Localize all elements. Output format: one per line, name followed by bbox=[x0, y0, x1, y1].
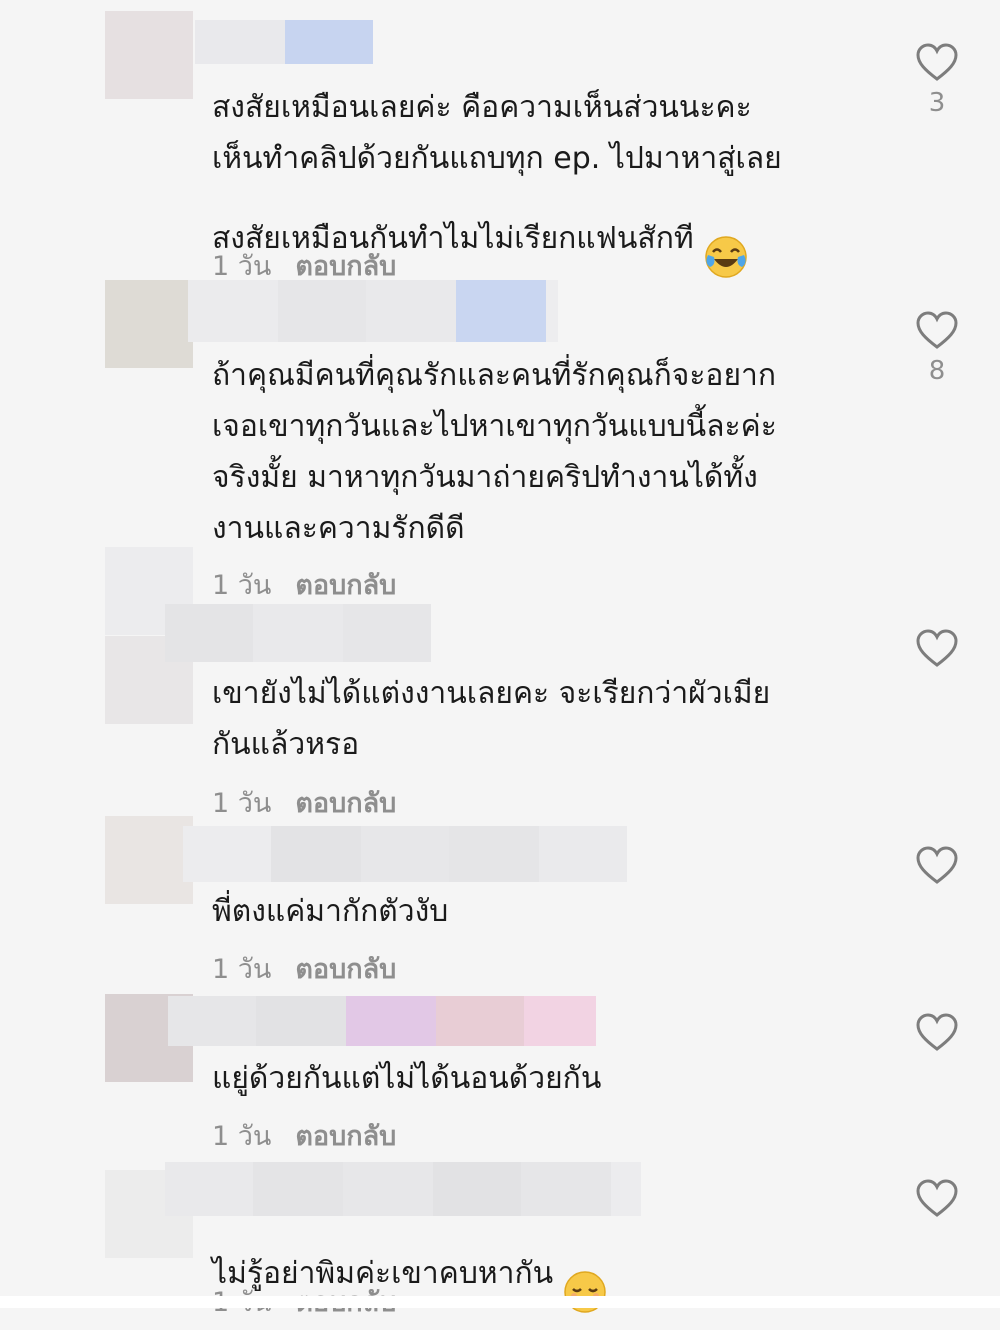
avatar[interactable] bbox=[105, 280, 193, 368]
heart-icon bbox=[916, 846, 958, 884]
comment-time: 1 วัน bbox=[212, 570, 272, 601]
comment-meta: 1 วัน ตอบกลับ bbox=[212, 1114, 396, 1157]
like-button[interactable]: 8 bbox=[912, 310, 962, 386]
heart-icon bbox=[916, 43, 958, 81]
like-button[interactable] bbox=[912, 845, 962, 891]
like-count: 8 bbox=[928, 356, 946, 386]
comment-text: ถ้าคุณมีคนที่คุณรักและคนที่รักคุณก็จะอยา… bbox=[212, 358, 777, 546]
avatar[interactable] bbox=[105, 11, 193, 99]
laughing-tears-emoji bbox=[704, 184, 748, 295]
comment-meta: 1 วัน ตอบกลับ bbox=[212, 781, 396, 824]
heart-icon bbox=[916, 629, 958, 667]
reply-button[interactable]: ตอบกลับ bbox=[295, 947, 396, 990]
like-button[interactable] bbox=[912, 1012, 962, 1058]
comment-text: เขายังไม่ได้แต่งงานเลยคะ จะเรียกว่าผัวเม… bbox=[212, 676, 771, 762]
heart-icon bbox=[916, 311, 958, 349]
blurred-username bbox=[195, 20, 373, 64]
heart-icon bbox=[916, 1013, 958, 1051]
comment-text: แยู่ด้วยกันแต่ไม่ได้นอนด้วยกัน bbox=[212, 1061, 602, 1096]
bottom-edge bbox=[0, 1296, 1000, 1308]
heart-icon bbox=[916, 1179, 958, 1217]
comment-time: 1 วัน bbox=[212, 954, 272, 985]
like-count: 3 bbox=[928, 88, 946, 118]
reply-button[interactable]: ตอบกลับ bbox=[295, 781, 396, 824]
reply-button[interactable]: ตอบกลับ bbox=[295, 563, 396, 606]
comment-meta: 1 วัน ตอบกลับ bbox=[212, 947, 396, 990]
blurred-username bbox=[165, 604, 431, 662]
blurred-username bbox=[168, 996, 596, 1046]
comment-time: 1 วัน bbox=[212, 788, 272, 819]
like-button[interactable] bbox=[912, 1178, 962, 1224]
blurred-username bbox=[165, 1162, 641, 1216]
like-button[interactable] bbox=[912, 628, 962, 674]
relieved-face-emoji bbox=[563, 1219, 607, 1330]
like-button[interactable]: 3 bbox=[912, 42, 962, 118]
avatar[interactable] bbox=[105, 816, 193, 904]
blurred-username bbox=[183, 826, 627, 882]
reply-button[interactable]: ตอบกลับ bbox=[295, 1114, 396, 1157]
comment-text: พี่ตงแค่มากักตัวงับ bbox=[212, 894, 449, 929]
comment-meta: 1 วัน ตอบกลับ bbox=[212, 563, 396, 606]
comment-time: 1 วัน bbox=[212, 1121, 272, 1152]
blurred-username bbox=[188, 280, 558, 342]
